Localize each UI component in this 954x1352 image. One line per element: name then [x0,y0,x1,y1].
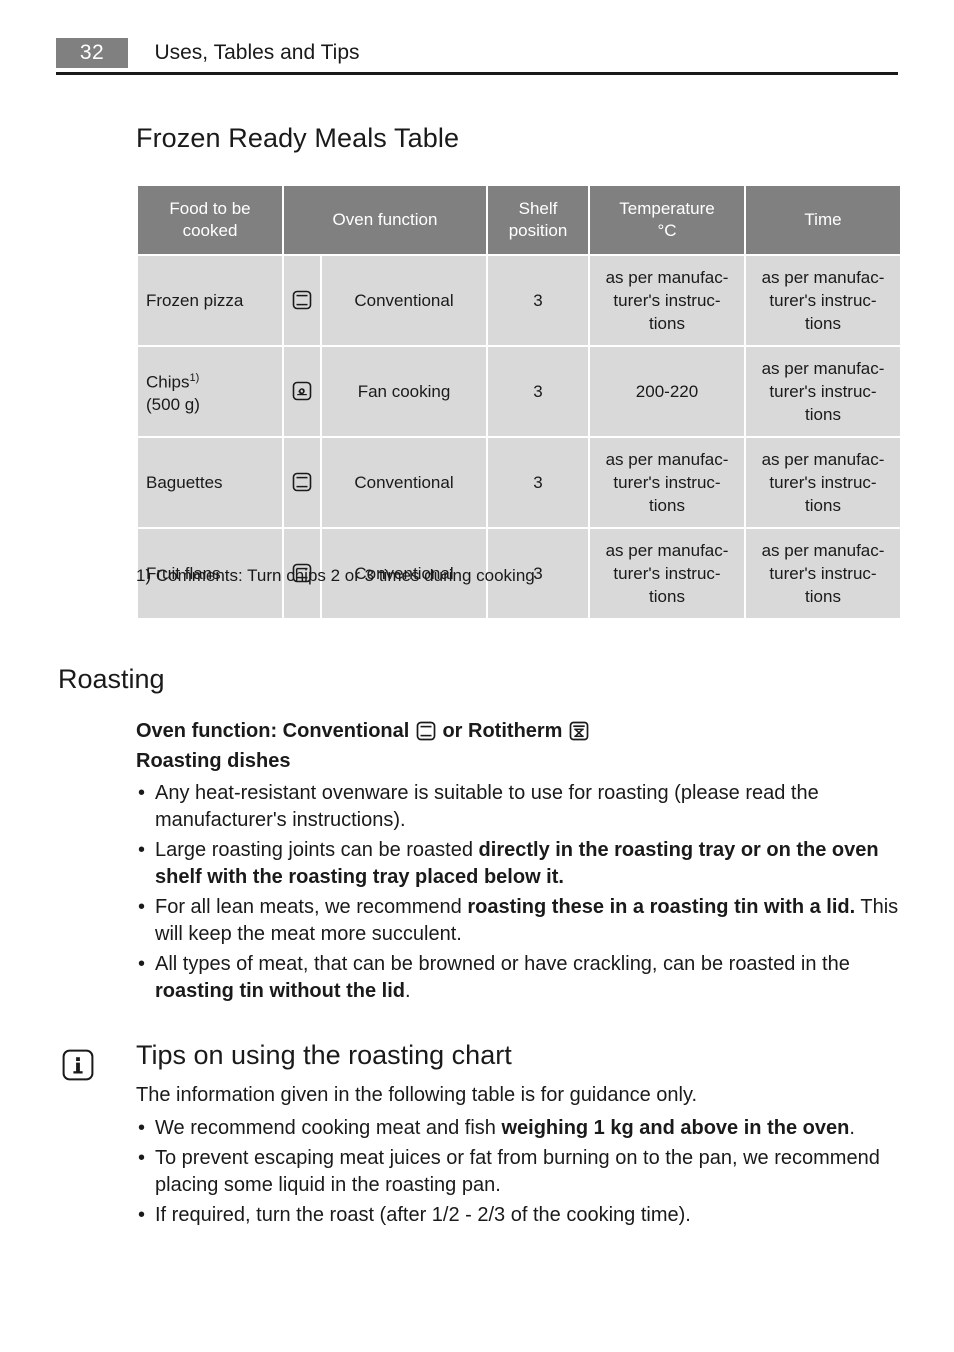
roasting-body: Oven function: Conventional or Rotitherm… [136,716,922,1008]
page-running-header: 32 Uses, Tables and Tips [56,38,898,74]
roasting-dishes-subheading: Roasting dishes [136,750,291,772]
roasting-bullet-list: Any heat-resistant ovenware is suitable … [136,780,922,1005]
column-header-temperature-line1: Temperature [619,199,715,218]
cell-food-name: Baguettes [146,473,223,492]
cell-food: Chips1) (500 g) [138,347,282,436]
tips-body: The information given in the following t… [136,1082,922,1232]
tips-heading: Tips on using the roasting chart [136,1040,512,1070]
cell-food-name: Chips [146,372,190,392]
cell-shelf-position: 3 [488,256,588,345]
cell-food-name: Frozen pizza [146,291,244,310]
conventional-oven-icon [415,720,437,742]
column-header-shelf-line1: Shelf [518,199,558,218]
list-item: Any heat-resistant ovenware is suitable … [136,780,922,834]
column-header-temperature: Temperature °C [590,186,744,254]
cell-temperature: as per manufac-turer's instruc-tions [590,529,744,618]
table-row: Frozen pizza Conventional 3 as per manuf… [138,256,900,345]
column-header-oven-function: Oven function [284,186,486,254]
cell-time: as per manufac-turer's instruc-tions [746,438,900,527]
frozen-ready-meals-table: Food to be cooked Oven function Shelf po… [136,184,902,620]
cell-temperature: as per manufac-turer's instruc-tions [590,256,744,345]
roasting-heading: Roasting [58,664,165,694]
cell-time: as per manufac-turer's instruc-tions [746,529,900,618]
table-row: Baguettes Conventional 3 as per manufac-… [138,438,900,527]
fan-cooking-icon [291,380,313,402]
column-header-shelf-position: Shelf position [488,186,588,254]
header-divider-rule [56,72,898,75]
column-header-food-line1: Food to be [169,199,251,218]
cell-oven-function: Conventional [322,256,486,345]
list-item: Large roasting joints can be roasted dir… [136,837,922,891]
tips-bullet-list: We recommend cooking meat and fish weigh… [136,1115,922,1229]
column-header-shelf-line2: position [508,221,568,240]
info-icon [62,1049,94,1081]
conventional-oven-icon [291,289,313,311]
cell-food-weight: (500 g) [146,395,200,415]
cell-oven-function: Conventional [322,438,486,527]
tips-intro-text: The information given in the following t… [136,1084,698,1106]
list-item: We recommend cooking meat and fish weigh… [136,1115,922,1142]
cell-shelf-position: 3 [488,438,588,527]
cell-time: as per manufac-turer's instruc-tions [746,347,900,436]
table-footnote: 1) Comments: Turn chips 2 or 3 times dur… [136,566,535,585]
cell-oven-icon [284,438,320,527]
roasting-oven-function-middle: or Rotitherm [442,720,563,742]
cell-food: Baguettes [138,438,282,527]
column-header-time: Time [746,186,900,254]
cell-temperature: as per manufac-turer's instruc-tions [590,438,744,527]
cell-time: as per manufac-turer's instruc-tions [746,256,900,345]
conventional-oven-icon [291,471,313,493]
column-header-food-line2: cooked [182,221,238,240]
cell-food-footnote-marker: 1) [189,371,200,384]
rotitherm-icon [568,720,590,742]
cell-food: Frozen pizza [138,256,282,345]
roasting-oven-function-prefix: Oven function: Conventional [136,720,410,742]
cell-shelf-position: 3 [488,347,588,436]
list-item: To prevent escaping meat juices or fat f… [136,1145,922,1199]
frozen-meals-heading: Frozen Ready Meals Table [136,123,460,153]
page-number-badge: 32 [56,38,128,68]
column-header-temperature-line2: °C [657,221,677,240]
column-header-food: Food to be cooked [138,186,282,254]
cell-oven-function: Fan cooking [322,347,486,436]
cell-temperature: 200-220 [590,347,744,436]
list-item: If required, turn the roast (after 1/2 -… [136,1202,922,1229]
roasting-oven-function-line: Oven function: Conventional or Rotitherm [136,716,922,746]
list-item: For all lean meats, we recommend roastin… [136,894,922,948]
cell-oven-icon [284,256,320,345]
list-item: All types of meat, that can be browned o… [136,951,922,1005]
page-header-title: Uses, Tables and Tips [154,41,360,64]
table-row: Chips1) (500 g) Fan cooking 3 200-220 as… [138,347,900,436]
table-header-row: Food to be cooked Oven function Shelf po… [138,186,900,254]
cell-oven-icon [284,347,320,436]
